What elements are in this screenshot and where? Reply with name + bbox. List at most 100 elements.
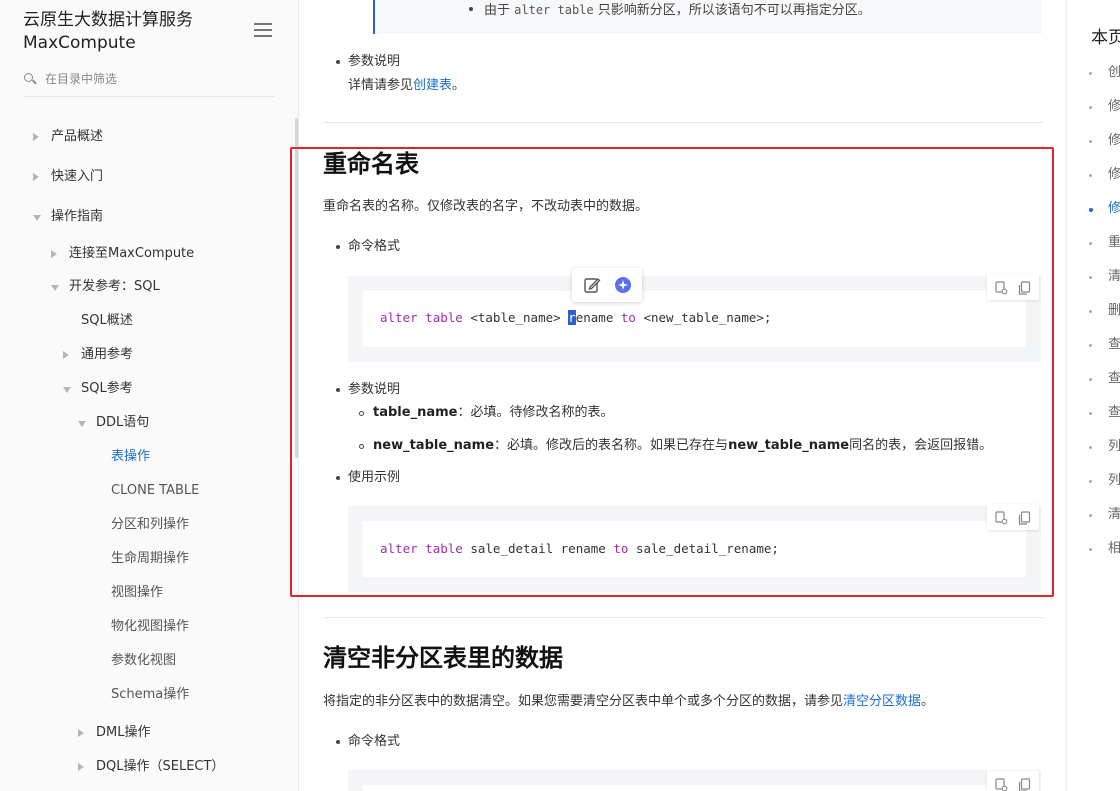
bullet	[336, 740, 340, 744]
toc-dot	[1089, 548, 1092, 551]
toc-filter	[23, 66, 274, 97]
bullet	[469, 7, 473, 11]
nav-label: 操作指南	[51, 209, 104, 224]
toc-dot	[1089, 242, 1092, 245]
code-line: alter table <table_name> rename to <new_…	[380, 310, 772, 325]
sidebar-scrollbar[interactable]	[295, 118, 298, 458]
code-area[interactable]: alter table <table_name> rename to <new_…	[363, 291, 1026, 347]
edit-icon[interactable]	[583, 276, 601, 294]
nav-label: 连接至MaxCompute	[69, 246, 195, 261]
nav-label: DDL语句	[96, 415, 150, 430]
code-block-truncate	[348, 770, 1041, 791]
cmd-format-label: 命令格式	[348, 239, 401, 254]
example-label: 使用示例	[348, 470, 401, 485]
nav-label: 分区和列操作	[111, 517, 190, 532]
duplicate-icon[interactable]	[1018, 280, 1031, 295]
product-title-line1: 云原生大数据计算服务	[23, 10, 193, 30]
section-desc: 重命名表的名称。仅修改表的名字，不改动表中的数据。	[323, 199, 649, 214]
sidebar: 云原生大数据计算服务 MaxCompute 产品概述 快速入门 操作指南 连接至…	[0, 0, 299, 791]
product-title-line2: MaxCompute	[23, 33, 136, 53]
params-label: 参数说明	[348, 54, 401, 69]
duplicate-icon[interactable]	[1018, 777, 1031, 791]
nav-label: 开发参考：SQL	[69, 279, 160, 294]
selection-toolbar	[572, 268, 642, 302]
bullet	[336, 60, 340, 64]
nav-label: DML操作	[96, 725, 151, 740]
toc-dot	[1089, 140, 1092, 143]
copy-code-icon[interactable]	[995, 510, 1008, 525]
chevron-down-icon	[51, 285, 59, 291]
toc-dot	[1089, 208, 1093, 212]
section-title-rename-table: 重命名表	[323, 150, 419, 178]
chevron-right-icon	[78, 729, 84, 737]
note-text: 由于 alter table 只影响新分区，所以该语句不可以再指定分区。	[484, 3, 871, 18]
bullet	[336, 476, 340, 480]
note-block: 由于 alter table 只影响新分区，所以该语句不可以再指定分区。	[373, 0, 1042, 34]
chevron-right-icon	[33, 173, 39, 181]
toc-dot	[1089, 174, 1092, 177]
code-toolbar	[987, 771, 1039, 791]
section-desc: 将指定的非分区表中的数据清空。如果您需要清空分区表中单个或多个分区的数据，请参见…	[323, 694, 935, 709]
chevron-down-icon	[78, 421, 86, 427]
truncate-partition-link[interactable]: 清空分区数据	[843, 694, 921, 709]
chevron-right-icon	[51, 250, 57, 258]
create-table-link[interactable]: 创建表	[413, 78, 452, 93]
toc-dot	[1089, 412, 1092, 415]
toc-dot	[1089, 276, 1092, 279]
divider	[323, 122, 1043, 123]
nav-label: 产品概述	[51, 129, 104, 144]
toc-dot	[1089, 310, 1092, 313]
chevron-down-icon	[33, 215, 41, 221]
copy-code-icon[interactable]	[995, 280, 1008, 295]
copy-code-icon[interactable]	[995, 777, 1008, 791]
code-toolbar	[987, 274, 1039, 300]
toc-filter-input[interactable]	[45, 69, 265, 89]
toc-title: 本页	[1091, 28, 1120, 48]
nav-label: DQL操作（SELECT）	[96, 759, 225, 774]
chevron-down-icon	[63, 387, 71, 393]
ai-assistant-icon[interactable]	[614, 276, 632, 294]
nav-label: 生命周期操作	[111, 551, 190, 566]
nav-label: 通用参考	[81, 347, 134, 362]
nav-label: SQL参考	[81, 381, 133, 396]
divider	[323, 617, 1043, 618]
cmd-format-label: 命令格式	[348, 734, 401, 749]
toc-dot	[1089, 344, 1092, 347]
menu-icon[interactable]	[254, 23, 272, 39]
chevron-right-icon	[63, 351, 69, 359]
param-table-name: table_name：必填。待修改名称的表。	[373, 405, 614, 420]
code-toolbar	[987, 504, 1039, 530]
toc-dot	[1089, 480, 1092, 483]
nav-label: SQL概述	[81, 313, 133, 328]
nav-label: 视图操作	[111, 585, 164, 600]
duplicate-icon[interactable]	[1018, 510, 1031, 525]
code-line: alter table sale_detail rename to sale_d…	[380, 541, 779, 556]
param-new-table-name: new_table_name：必填。修改后的表名称。如果已存在与new_tabl…	[373, 438, 993, 453]
toc-dot	[1089, 378, 1092, 381]
code-area[interactable]	[363, 785, 1026, 791]
bullet	[336, 245, 340, 249]
code-block-syntax: alter table <table_name> rename to <new_…	[348, 274, 1041, 362]
bullet	[336, 388, 340, 392]
nav-label: 物化视图操作	[111, 619, 190, 634]
toc-dot	[1089, 106, 1092, 109]
nav-label: 快速入门	[51, 169, 104, 184]
product-title[interactable]: 云原生大数据计算服务 MaxCompute	[23, 9, 193, 55]
sub-bullet	[359, 411, 364, 416]
nav-label: 参数化视图	[111, 653, 177, 668]
nav-label: CLONE TABLE	[111, 483, 200, 498]
nav-label: Schema操作	[111, 687, 190, 702]
code-block-example: alter table sale_detail rename to sale_d…	[348, 504, 1041, 592]
chevron-right-icon	[78, 763, 84, 771]
toc-dot	[1089, 72, 1092, 75]
params-detail: 详情请参见创建表。	[348, 78, 466, 93]
doc-content: 由于 alter table 只影响新分区，所以该语句不可以再指定分区。 参数说…	[299, 0, 1066, 791]
params-label: 参数说明	[348, 382, 401, 397]
toc-dot	[1089, 446, 1092, 449]
sub-bullet	[359, 444, 364, 449]
search-icon	[24, 73, 33, 82]
chevron-right-icon	[33, 133, 39, 141]
code-area[interactable]: alter table sale_detail rename to sale_d…	[363, 521, 1026, 577]
section-title-truncate: 清空非分区表里的数据	[323, 644, 563, 672]
toc-dot	[1089, 514, 1092, 517]
